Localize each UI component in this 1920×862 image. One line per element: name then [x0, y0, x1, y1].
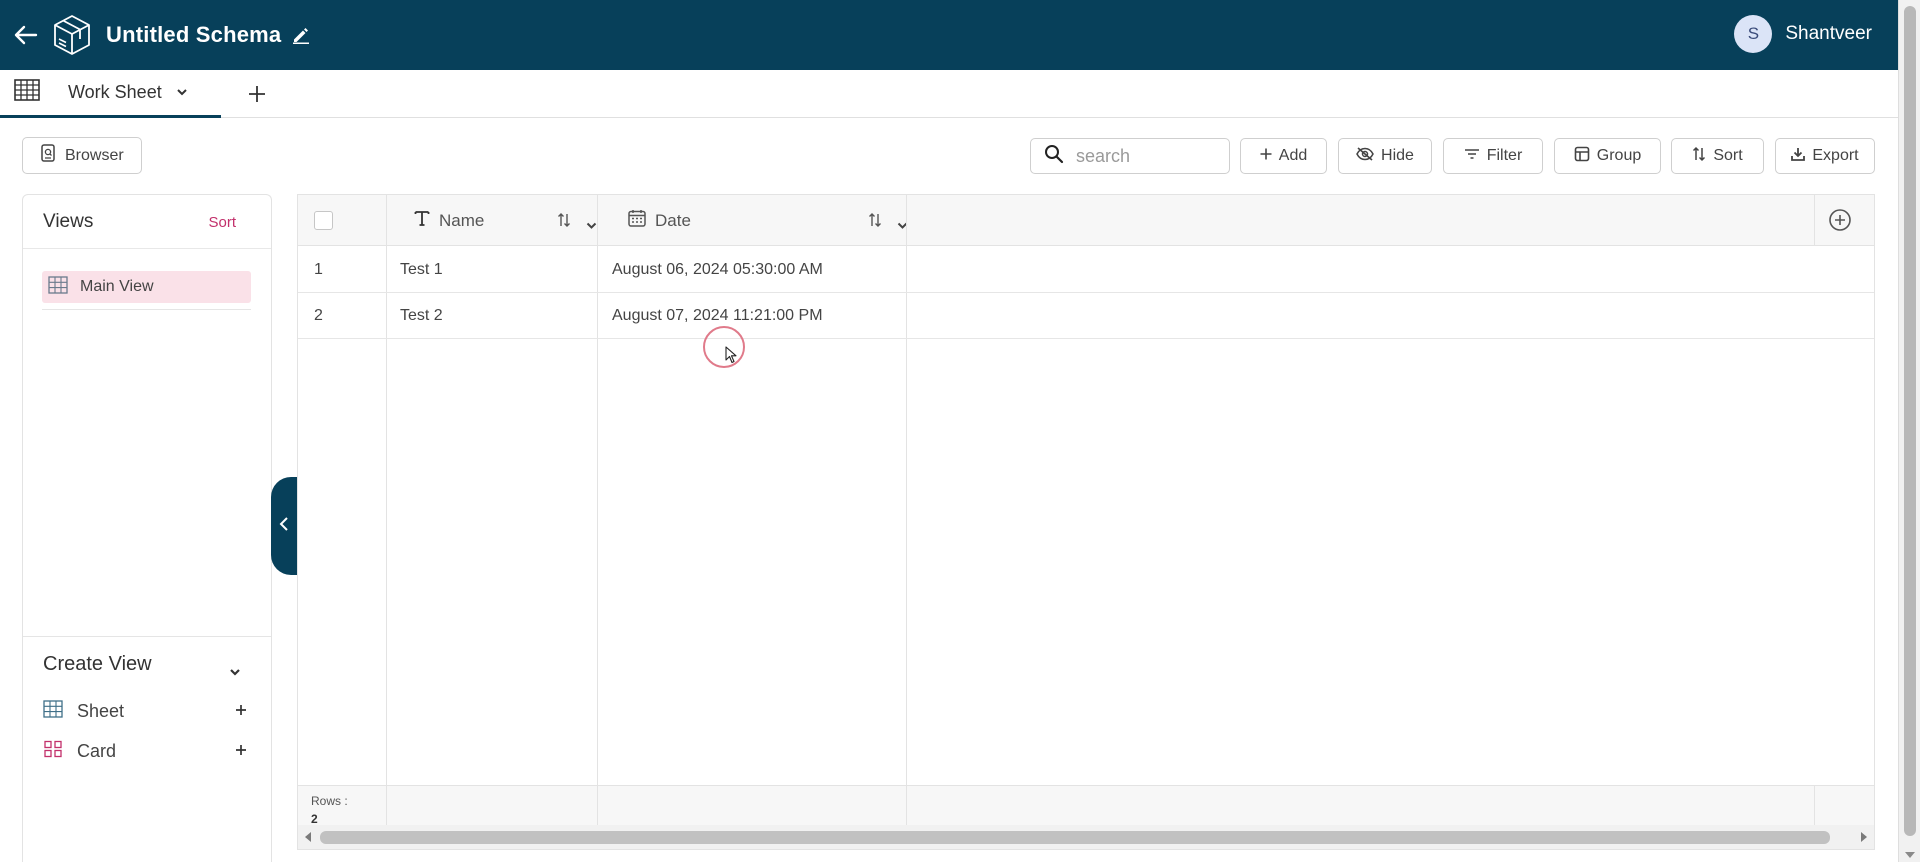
rows-count-value: 2 [311, 812, 318, 826]
sheet-tab-bar: Work Sheet [0, 70, 1898, 118]
search-input[interactable] [1076, 145, 1226, 167]
plus-icon [1260, 147, 1272, 165]
schema-title: Untitled Schema [106, 22, 282, 47]
avatar: S [1734, 15, 1773, 53]
data-grid: Name Date 1 Test 1 August 06, 2024 05:30… [297, 194, 1875, 850]
filter-button[interactable]: Filter [1443, 138, 1543, 174]
filter-lines-icon [1464, 147, 1480, 165]
table-row[interactable]: 2 Test 2 August 07, 2024 11:21:00 PM [298, 293, 1874, 339]
hide-label: Hide [1381, 147, 1414, 164]
create-view-card-label: Card [77, 740, 117, 761]
add-sheet-plus-icon[interactable] [243, 80, 271, 108]
column-divider [1814, 195, 1815, 246]
calendar-icon [628, 209, 646, 232]
scrollbar-thumb[interactable] [320, 831, 1830, 844]
chevron-down-icon[interactable] [229, 659, 241, 682]
hide-button[interactable]: Hide [1338, 138, 1432, 174]
scrollbar-thumb[interactable] [1904, 6, 1916, 836]
rows-count-label: Rows : [311, 794, 348, 808]
grid-horizontal-scrollbar[interactable] [298, 825, 1874, 849]
row-index: 1 [314, 261, 323, 278]
column-divider [386, 786, 387, 828]
add-label: Add [1278, 147, 1308, 164]
search-icon [1044, 144, 1064, 169]
click-indicator [703, 326, 745, 368]
back-arrow-icon[interactable] [4, 13, 48, 57]
row-index: 2 [314, 307, 323, 324]
create-view-header[interactable]: Create View [23, 637, 271, 691]
logo-cube-icon [50, 13, 94, 57]
user-menu[interactable]: S Shantveer [1734, 15, 1872, 53]
column-label: Date [655, 210, 691, 230]
download-icon [1791, 147, 1806, 166]
column-divider [1814, 786, 1815, 828]
sort-button[interactable]: Sort [1671, 138, 1764, 174]
plus-icon[interactable] [235, 703, 247, 721]
column-header-date[interactable]: Date [613, 195, 921, 246]
cell-date[interactable]: August 06, 2024 05:30:00 AM [612, 247, 823, 293]
views-title: Views [43, 210, 94, 232]
grid-footer: Rows : 2 [298, 785, 1874, 828]
column-label: Name [439, 210, 485, 230]
cell-name[interactable]: Test 2 [400, 293, 443, 339]
create-view-section: Create View Sheet Card [23, 636, 271, 771]
views-sort-link[interactable]: Sort [208, 214, 236, 231]
checkbox[interactable] [314, 211, 333, 230]
cell-name[interactable]: Test 1 [400, 247, 443, 293]
add-button[interactable]: Add [1240, 138, 1327, 174]
scroll-left-arrow-icon[interactable] [305, 832, 311, 842]
add-column-circle-plus-icon[interactable] [1828, 208, 1852, 232]
sort-arrows-icon[interactable] [557, 212, 571, 233]
username: Shantveer [1785, 23, 1872, 44]
collapse-sidebar-handle[interactable] [271, 477, 297, 575]
column-divider [906, 786, 907, 828]
edit-pencil-icon[interactable] [289, 23, 313, 47]
divider [42, 309, 251, 310]
table-row[interactable]: 1 Test 1 August 06, 2024 05:30:00 AM [298, 247, 1874, 293]
page-vertical-scrollbar[interactable] [1898, 0, 1920, 862]
document-search-icon [41, 144, 55, 167]
search-box [1030, 138, 1230, 174]
app-header: Untitled Schema S Shantveer [0, 0, 1898, 70]
chevron-left-icon [279, 516, 289, 537]
group-label: Group [1596, 147, 1642, 164]
tab-work-sheet[interactable]: Work Sheet [0, 70, 221, 118]
create-view-title: Create View [43, 652, 152, 675]
chevron-down-icon[interactable] [176, 83, 188, 101]
sort-label: Sort [1713, 147, 1743, 164]
plus-icon[interactable] [235, 743, 247, 761]
select-all-checkbox[interactable] [314, 211, 333, 230]
group-button[interactable]: Group [1554, 138, 1661, 174]
view-item-label: Main View [80, 278, 154, 295]
sort-arrows-icon [1692, 146, 1706, 167]
text-type-icon [414, 210, 430, 231]
column-divider [597, 786, 598, 828]
export-label: Export [1812, 147, 1859, 164]
group-icon [1574, 146, 1590, 167]
browser-button[interactable]: Browser [22, 137, 142, 174]
filter-label: Filter [1486, 147, 1523, 164]
tab-label: Work Sheet [68, 81, 162, 102]
table-grid-icon [14, 78, 40, 106]
scroll-down-arrow-icon[interactable] [1905, 852, 1915, 858]
column-header-name[interactable]: Name [402, 195, 612, 246]
export-button[interactable]: Export [1775, 138, 1875, 174]
sheet-grid-icon [43, 699, 63, 723]
eye-off-icon [1356, 146, 1374, 166]
browser-label: Browser [65, 146, 124, 164]
chevron-down-icon[interactable] [586, 217, 597, 235]
create-view-sheet[interactable]: Sheet [23, 691, 271, 731]
mouse-pointer-icon [725, 346, 737, 369]
table-grid-icon [48, 275, 68, 299]
create-view-sheet-label: Sheet [77, 700, 125, 721]
create-view-card[interactable]: Card [23, 731, 271, 771]
scroll-right-arrow-icon[interactable] [1861, 832, 1867, 842]
sort-arrows-icon[interactable] [868, 212, 882, 233]
grid-header-row: Name Date [298, 195, 1874, 246]
card-grid-icon [43, 740, 63, 763]
views-sidebar: Views Sort Main View Create View Sheet C… [22, 194, 272, 862]
view-item-main-view[interactable]: Main View [42, 271, 251, 303]
